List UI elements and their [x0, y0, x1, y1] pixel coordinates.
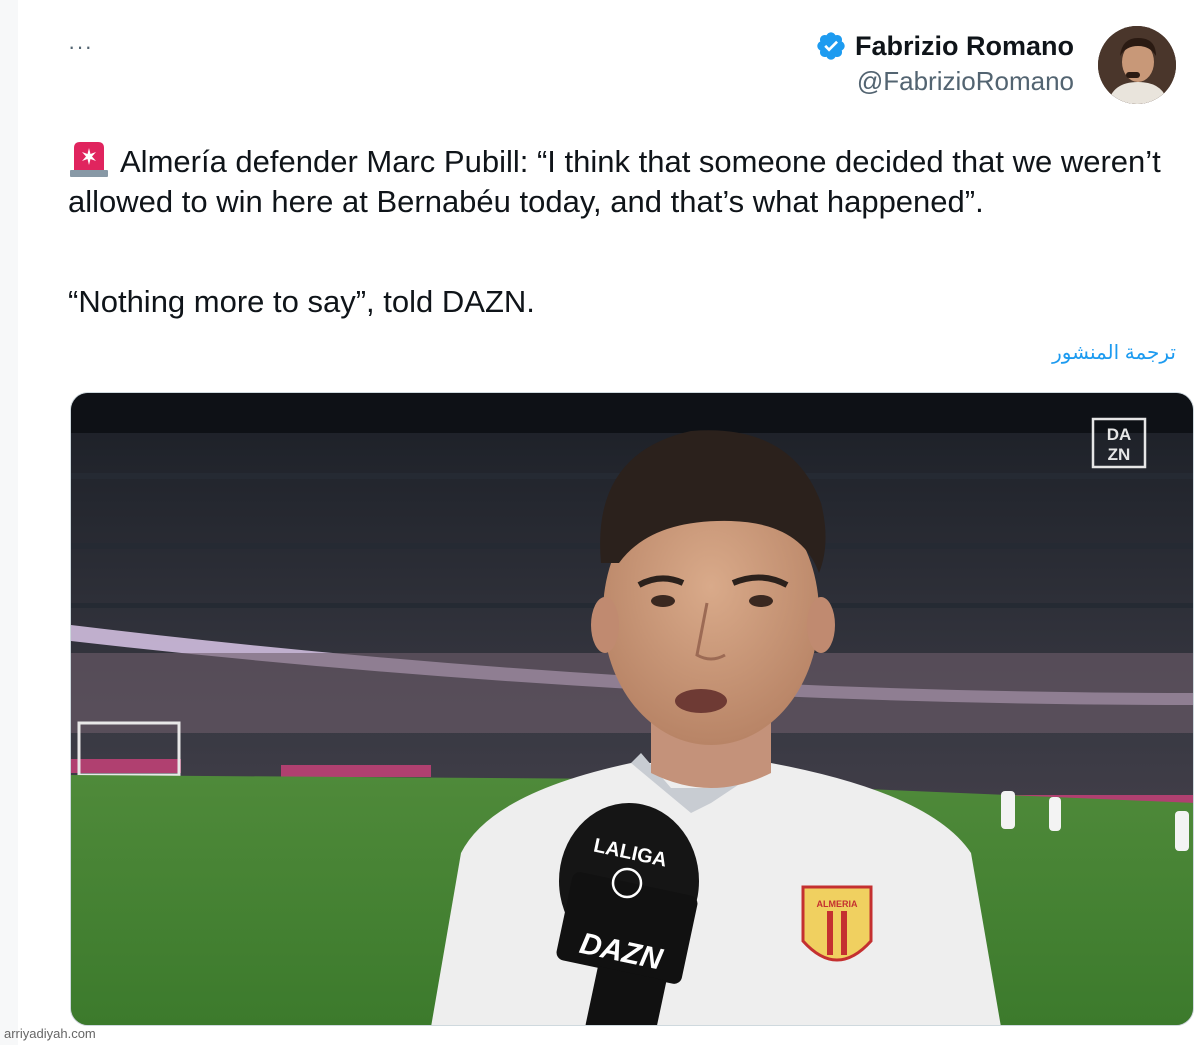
- crest-text: ALMERIA: [817, 899, 858, 909]
- more-options-button[interactable]: ···: [68, 34, 93, 60]
- tweet-line-1: Almería defender Marc Pubill: “I think t…: [68, 144, 1161, 219]
- avatar[interactable]: [1098, 26, 1176, 104]
- tweet-line-2: “Nothing more to say”, told DAZN.: [68, 284, 535, 319]
- tweet-text: Almería defender Marc Pubill: “I think t…: [68, 140, 1198, 222]
- verified-badge-icon: [817, 32, 845, 60]
- rotating-light-icon: [70, 142, 108, 177]
- translate-post-link[interactable]: ترجمة المنشور: [1052, 340, 1176, 365]
- author-display-name[interactable]: Fabrizio Romano: [855, 31, 1074, 62]
- dazn-logo-line1: DA: [1107, 425, 1132, 444]
- author-handle[interactable]: @FabrizioRomano: [815, 66, 1074, 97]
- tweet-author[interactable]: Fabrizio Romano @FabrizioRomano: [815, 30, 1074, 97]
- dazn-logo-line2: ZN: [1108, 445, 1131, 464]
- site-watermark: arriyadiyah.com: [4, 1026, 96, 1041]
- almeria-crest: ALMERIA: [801, 885, 873, 962]
- tweet-media-image[interactable]: DA ZN ALMERIA LALIGA DAZN: [70, 392, 1194, 1026]
- tweet-card: ··· Fabrizio Romano @FabrizioRomano Alme…: [18, 0, 1200, 1045]
